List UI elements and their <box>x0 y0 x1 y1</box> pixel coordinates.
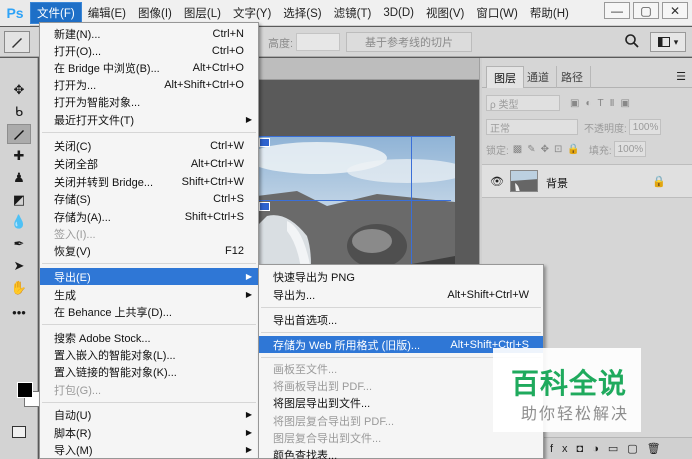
workspace-icon[interactable]: ▾ <box>650 32 686 52</box>
lock-icons[interactable]: ▩✎✥⊡🔒 <box>513 144 585 155</box>
layer-actions-icons[interactable]: fx◘◑▭▢🗑 <box>550 442 670 455</box>
blend-mode-dropdown[interactable]: 正常 <box>486 119 578 135</box>
slices-from-guides-button[interactable]: 基于参考线的切片 <box>346 32 472 52</box>
opacity-label: 不透明度: <box>584 123 627 135</box>
file-menu: 新建(N)... Ctrl+N 打开(O)... Ctrl+O 在 Bridge 中… <box>39 22 259 459</box>
height-field[interactable] <box>296 33 340 51</box>
menu-item-export-as[interactable]: 导出为... Alt+Shift+Ctrl+W <box>259 286 543 303</box>
menu-item-export-preferences[interactable]: 导出首选项... <box>259 311 543 328</box>
layer-row[interactable]: 👁 背景 🔒 <box>482 164 692 198</box>
menu-item-search-stock[interactable]: 搜索 Adobe Stock... <box>40 329 258 346</box>
layer-thumbnail <box>510 170 538 192</box>
pen-tool-icon[interactable]: ✒ <box>7 234 31 254</box>
path-selection-icon[interactable]: ➤ <box>7 256 31 276</box>
menu-separator <box>42 132 256 133</box>
tab-channels[interactable]: 通道 <box>520 66 557 88</box>
tab-paths[interactable]: 路径 <box>554 66 591 88</box>
panel-tabs: 图层 通道 路径 ☰ <box>482 66 692 88</box>
menu-edit[interactable]: 编辑(E) <box>82 2 132 24</box>
menu-item-close-go-bridge[interactable]: 关闭并转到 Bridge... Shift+Ctrl+W <box>40 173 258 190</box>
more-tools-icon[interactable]: ••• <box>7 302 31 322</box>
menu-item-import[interactable]: 导入(M) ▶ <box>40 441 258 458</box>
watermark-title: 百科全说 <box>511 367 628 400</box>
menu-item-close-all[interactable]: 关闭全部 Alt+Ctrl+W <box>40 155 258 172</box>
minimize-button[interactable]: — <box>604 2 630 19</box>
menu-item-place-embedded[interactable]: 置入嵌入的智能对象(L)... <box>40 346 258 363</box>
watermark: 百科全说 助你轻松解决 <box>493 348 641 432</box>
menu-item-revert[interactable]: 恢复(V) F12 <box>40 242 258 259</box>
menu-item-generate[interactable]: 生成 ▶ <box>40 286 258 303</box>
panel-menu-icon[interactable]: ☰ <box>676 70 686 83</box>
menu-item-package[interactable]: 打包(G)... <box>40 381 258 398</box>
menu-select[interactable]: 选择(S) <box>277 2 327 24</box>
stamp-tool-icon[interactable]: ♟ <box>7 168 31 188</box>
menu-window[interactable]: 窗口(W) <box>470 2 524 24</box>
menu-item-browse-bridge[interactable]: 在 Bridge 中浏览(B)... Alt+Ctrl+O <box>40 59 258 76</box>
menu-item-open-smart-object[interactable]: 打开为智能对象... <box>40 93 258 110</box>
menu-layer[interactable]: 图层(L) <box>178 2 227 24</box>
menu-separator <box>42 324 256 325</box>
menu-type[interactable]: 文字(Y) <box>227 2 277 24</box>
slice-badge-icon[interactable] <box>259 138 270 147</box>
menu-separator <box>42 402 256 403</box>
menu-item-place-linked[interactable]: 置入链接的智能对象(K)... <box>40 363 258 380</box>
menu-filter[interactable]: 滤镜(T) <box>328 2 378 24</box>
close-button[interactable]: ✕ <box>662 2 688 19</box>
menu-item-automate[interactable]: 自动(U) ▶ <box>40 406 258 423</box>
lock-icon: 🔒 <box>652 176 666 188</box>
menu-file[interactable]: 文件(F) <box>30 1 82 24</box>
healing-brush-icon[interactable]: ✚ <box>7 146 31 166</box>
menu-separator <box>261 307 541 308</box>
hand-tool-icon[interactable]: ✋ <box>7 278 31 298</box>
menu-view[interactable]: 视图(V) <box>420 2 470 24</box>
slice-tool-preset-icon[interactable] <box>4 31 30 53</box>
menu-item-close[interactable]: 关闭(C) Ctrl+W <box>40 137 258 154</box>
fill-field[interactable]: 100% <box>613 141 646 157</box>
menu-3d[interactable]: 3D(D) <box>377 2 420 24</box>
blur-tool-icon[interactable]: 💧 <box>7 212 31 232</box>
fill-label: 填充: <box>588 145 612 157</box>
menu-item-save-as[interactable]: 存储为(A)... Shift+Ctrl+S <box>40 208 258 225</box>
slice-tool-icon[interactable] <box>7 124 31 144</box>
eraser-tool-icon[interactable]: ◩ <box>7 190 31 210</box>
menu-image[interactable]: 图像(I) <box>132 2 178 24</box>
menu-item-check-in[interactable]: 签入(I)... <box>40 225 258 242</box>
layer-name: 背景 <box>546 178 568 190</box>
menu-help[interactable]: 帮助(H) <box>524 2 575 24</box>
menu-separator <box>42 263 256 264</box>
menu-item-save[interactable]: 存储(S) Ctrl+S <box>40 190 258 207</box>
menu-item-scripts[interactable]: 脚本(R) ▶ <box>40 424 258 441</box>
menu-item-quick-export-png[interactable]: 快速导出为 PNG <box>259 268 543 285</box>
menu-item-export[interactable]: 导出(E) ▶ <box>40 268 258 285</box>
menu-item-share-behance[interactable]: 在 Behance 上共享(D)... <box>40 303 258 320</box>
menu-item-color-lookup-tables[interactable]: 颜色查找表... <box>259 446 543 459</box>
layer-filter-dropdown[interactable]: ρ 类型 <box>486 95 560 111</box>
foreground-color-swatch[interactable] <box>17 382 33 398</box>
move-tool-icon[interactable]: ✥ <box>7 80 31 100</box>
height-label: 高度: <box>268 38 294 50</box>
lock-label: 锁定: <box>486 145 509 157</box>
photoshop-logo: Ps <box>0 0 30 26</box>
slice-boundary <box>257 136 451 137</box>
watermark-subtitle: 助你轻松解决 <box>521 404 630 423</box>
eye-icon[interactable]: 👁 <box>490 175 504 188</box>
slice-badge-icon[interactable] <box>259 202 270 211</box>
tab-layers[interactable]: 图层 <box>486 66 524 88</box>
tools-panel: ✥ ᑲ ✚ ♟ ◩ 💧 ✒ ➤ ✋ ••• <box>0 58 40 459</box>
menu-item-open[interactable]: 打开(O)... Ctrl+O <box>40 42 258 59</box>
lasso-tool-icon[interactable]: ᑲ <box>7 102 31 122</box>
opacity-field[interactable]: 100% <box>628 119 661 135</box>
menu-separator <box>261 332 541 333</box>
maximize-button[interactable]: ▢ <box>633 2 659 19</box>
menu-item-new[interactable]: 新建(N)... Ctrl+N <box>40 25 258 42</box>
slice-boundary <box>257 200 451 201</box>
quick-mask-icon[interactable] <box>12 426 26 438</box>
menu-item-recent-files[interactable]: 最近打开文件(T) ▶ <box>40 111 258 128</box>
filter-icons[interactable]: ▣◐TⅡ▣ <box>570 98 636 109</box>
menu-item-open-as[interactable]: 打开为... Alt+Shift+Ctrl+O <box>40 76 258 93</box>
search-icon[interactable] <box>624 33 640 49</box>
